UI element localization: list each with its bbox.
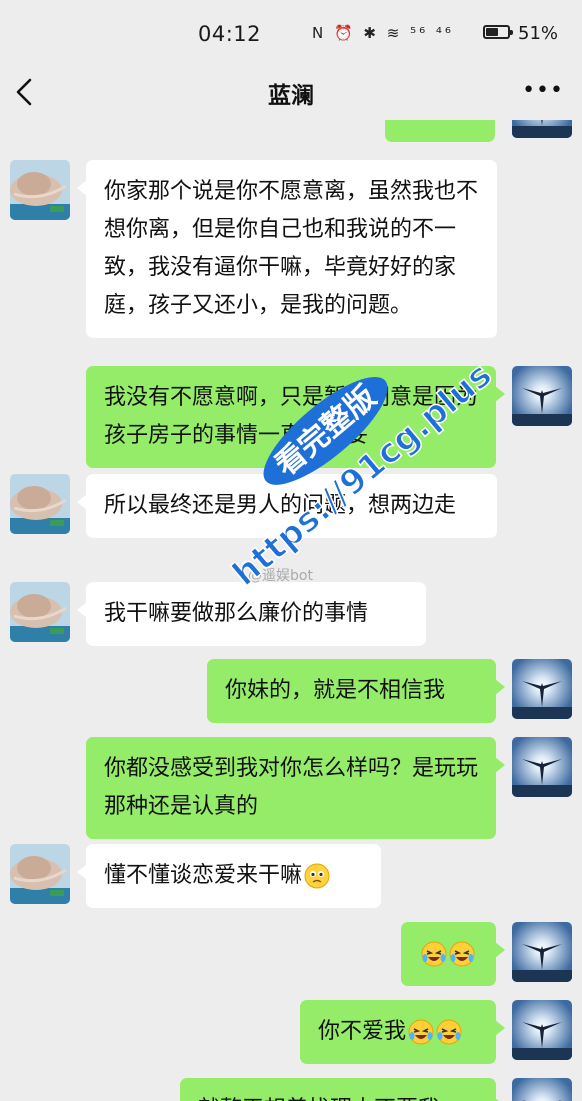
message-bubble[interactable]: 我干嘛要做那么廉价的事情 [77,582,426,646]
avatar-self[interactable] [512,922,572,982]
message-bubble[interactable]: 我没有不愿意啊，只是暂不同意是因为孩子房子的事情一直没谈妥 [86,366,505,468]
status-bar: 04:12 N ⏰ ✱ ≋ ⁵⁶ ⁴⁶ 51% [0,0,582,66]
avatar-contact[interactable] [10,844,70,904]
avatar-contact[interactable] [10,474,70,534]
clock: 04:12 [198,22,262,46]
crying-laughing-icon [408,1019,434,1045]
message-text: 懂不懂谈恋爱来干嘛 [104,863,303,888]
crying-laughing-icon [421,941,447,967]
avatar-contact[interactable] [10,160,70,220]
pleading-face-icon [304,863,330,889]
crying-laughing-icon [436,1019,462,1045]
message-bubble[interactable]: 你都没感受到我对你怎么样吗？是玩玩那种还是认真的 [86,737,505,839]
message-bubble[interactable]: 就整天想着找理由不要我 [180,1078,505,1101]
status-icons: N ⏰ ✱ ≋ ⁵⁶ ⁴⁶ [312,24,454,42]
more-options-icon[interactable]: ••• [522,78,564,103]
message-bubble[interactable]: 所以最终还是男人的问题，想两边走 [77,474,497,538]
message-bubble[interactable]: 你妹的，就是不相信我 [207,659,505,723]
chat-header: 蓝澜 ••• [0,66,582,120]
avatar-self[interactable] [512,659,572,719]
chat-title: 蓝澜 [268,83,314,109]
avatar-self[interactable] [512,1078,572,1101]
message-bubble[interactable] [401,922,505,986]
avatar-self[interactable] [512,1000,572,1060]
avatar-self[interactable] [512,366,572,426]
battery-icon [483,25,513,39]
message-list[interactable]: 你家那个说是你不愿意离，虽然我也不想你离，但是你自己也和我说的不一致，我没有逼你… [0,120,582,1101]
weibo-watermark: @遥娱bot [248,568,313,584]
message-bubble-partial[interactable] [385,120,495,142]
avatar-contact[interactable] [10,582,70,642]
message-text: 你不爱我 [318,1019,407,1044]
message-bubble[interactable]: 你家那个说是你不愿意离，虽然我也不想你离，但是你自己也和我说的不一致，我没有逼你… [77,160,497,338]
message-bubble[interactable]: 你不爱我 [300,1000,505,1064]
avatar-self-partial[interactable] [512,120,572,138]
crying-laughing-icon [449,941,475,967]
battery-percent: 51% [518,23,559,44]
avatar-self[interactable] [512,737,572,797]
message-bubble[interactable]: 懂不懂谈恋爱来干嘛 [77,844,381,908]
